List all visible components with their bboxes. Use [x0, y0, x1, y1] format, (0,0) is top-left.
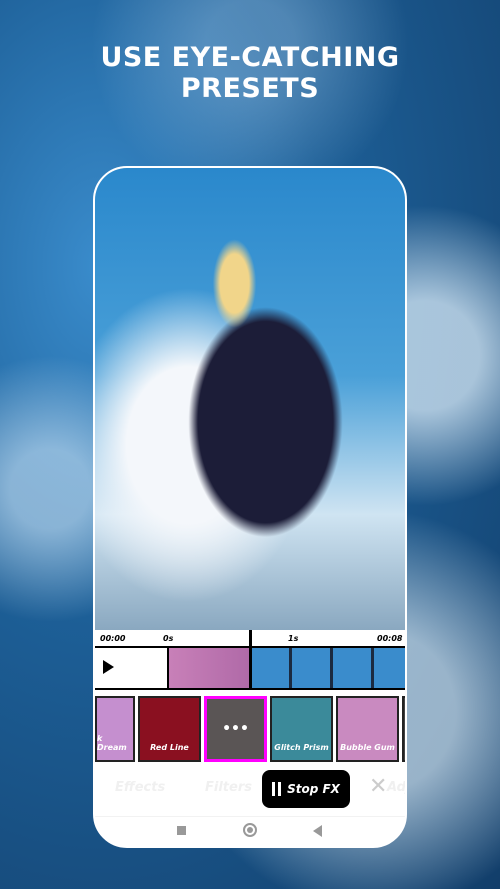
time-mark-0s: 0s — [163, 634, 174, 643]
preset-item[interactable]: ••• — [204, 696, 267, 762]
playhead[interactable] — [249, 630, 252, 690]
system-nav-bar — [95, 816, 405, 846]
tab-effects[interactable]: Effects — [115, 780, 165, 795]
recents-icon[interactable] — [177, 826, 186, 835]
headline-line-1: USE EYE-CATCHING — [100, 42, 400, 73]
time-end: 00:08 — [377, 634, 403, 643]
close-icon[interactable]: ✕ — [369, 774, 387, 799]
tab-filters[interactable]: Filters — [205, 780, 252, 795]
preset-label: Glitch Prism — [274, 743, 329, 752]
pause-icon — [272, 782, 282, 796]
tab-adjust[interactable]: Adj — [387, 780, 405, 795]
preset-label: ••• — [222, 721, 249, 737]
effect-segment[interactable] — [167, 648, 249, 688]
preset-item[interactable]: k Dream — [95, 696, 135, 762]
video-preview[interactable] — [95, 168, 405, 630]
time-start: 00:00 — [100, 634, 126, 643]
preset-list[interactable]: k Dream Red Line ••• Glitch Prism Bubble Gum — [95, 696, 405, 762]
stop-fx-label: Stop FX — [287, 782, 340, 796]
headline-line-2: PRESETS — [180, 73, 320, 104]
preset-label: k Dream — [97, 734, 127, 752]
play-icon[interactable] — [103, 660, 114, 674]
preset-item[interactable]: Bubble Gum — [336, 696, 399, 762]
video-thumbnails — [251, 648, 405, 688]
preset-item[interactable]: Red Line — [138, 696, 201, 762]
phone-frame: 00:00 0s 1s 00:08 k Dream Red Line ••• Glit… — [93, 166, 407, 848]
time-mark-1s: 1s — [288, 634, 299, 643]
preset-label: Bubble Gum — [340, 743, 395, 752]
home-icon[interactable] — [243, 823, 257, 837]
preset-item[interactable] — [402, 696, 405, 762]
back-icon[interactable] — [313, 825, 322, 837]
preset-item[interactable]: Glitch Prism — [270, 696, 333, 762]
tab-bar: Effects Filters Adj — [95, 766, 405, 810]
preset-label: Red Line — [150, 743, 189, 752]
headline: USE EYE-CATCHING PRESETS — [0, 42, 500, 104]
stop-fx-button[interactable]: Stop FX — [262, 770, 350, 808]
